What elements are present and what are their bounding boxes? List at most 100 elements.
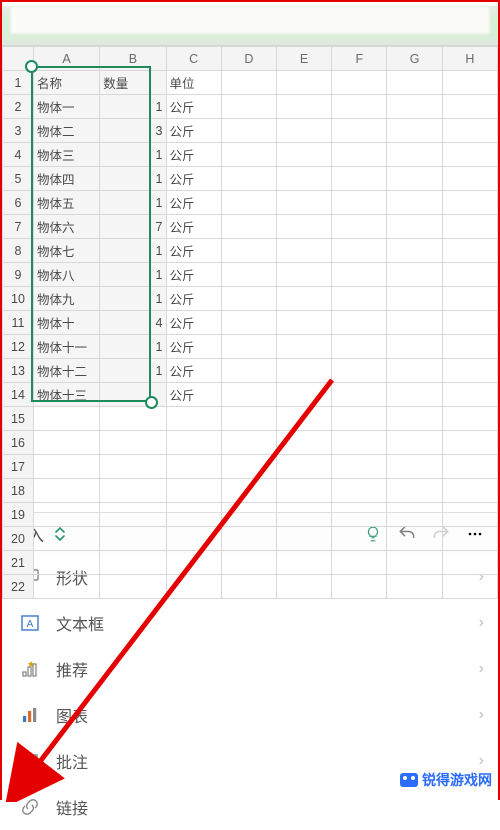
menu-item-recommend[interactable]: 推荐 › xyxy=(2,646,498,692)
cell[interactable] xyxy=(387,527,442,551)
cell[interactable] xyxy=(332,431,387,455)
cell[interactable]: 4 xyxy=(100,311,166,335)
row-header[interactable]: 6 xyxy=(3,191,34,215)
cell[interactable]: 公斤 xyxy=(166,335,221,359)
cell[interactable] xyxy=(332,95,387,119)
cell[interactable] xyxy=(221,287,276,311)
cell[interactable] xyxy=(387,359,442,383)
row-header[interactable]: 13 xyxy=(3,359,34,383)
cell[interactable]: 物体七 xyxy=(33,239,99,263)
column-header-row[interactable]: A B C D E F G H xyxy=(3,47,498,71)
col-header-g[interactable]: G xyxy=(387,47,442,71)
cell[interactable]: 1 xyxy=(100,167,166,191)
cell[interactable] xyxy=(387,191,442,215)
cell[interactable] xyxy=(442,503,497,527)
cell[interactable]: 公斤 xyxy=(166,191,221,215)
cell[interactable] xyxy=(100,383,166,407)
cell[interactable] xyxy=(332,383,387,407)
col-header-a[interactable]: A xyxy=(33,47,99,71)
cell[interactable] xyxy=(221,407,276,431)
row-header[interactable]: 9 xyxy=(3,263,34,287)
cell[interactable]: 公斤 xyxy=(166,95,221,119)
cell[interactable] xyxy=(221,551,276,575)
cell[interactable] xyxy=(166,503,221,527)
cell[interactable] xyxy=(332,239,387,263)
cell[interactable] xyxy=(387,215,442,239)
cell[interactable] xyxy=(221,455,276,479)
cell[interactable] xyxy=(387,335,442,359)
cell[interactable] xyxy=(221,527,276,551)
cell[interactable]: 物体六 xyxy=(33,215,99,239)
cell[interactable] xyxy=(387,551,442,575)
cell[interactable] xyxy=(166,455,221,479)
row-header[interactable]: 8 xyxy=(3,239,34,263)
cell[interactable] xyxy=(166,527,221,551)
cell[interactable] xyxy=(276,359,331,383)
row-header[interactable]: 12 xyxy=(3,335,34,359)
cell[interactable] xyxy=(221,359,276,383)
cell[interactable] xyxy=(33,479,99,503)
cell[interactable] xyxy=(332,479,387,503)
cell[interactable]: 公斤 xyxy=(166,311,221,335)
cell[interactable]: 物体一 xyxy=(33,95,99,119)
cell[interactable]: 单位 xyxy=(166,71,221,95)
cell[interactable] xyxy=(276,479,331,503)
cell[interactable] xyxy=(166,431,221,455)
cell[interactable] xyxy=(442,527,497,551)
row-header[interactable]: 4 xyxy=(3,143,34,167)
cell[interactable] xyxy=(221,95,276,119)
cell[interactable]: 物体十一 xyxy=(33,335,99,359)
cell[interactable] xyxy=(221,239,276,263)
cell[interactable] xyxy=(387,143,442,167)
select-all-corner[interactable] xyxy=(3,47,34,71)
cell[interactable] xyxy=(332,71,387,95)
cell[interactable] xyxy=(332,575,387,599)
cell[interactable] xyxy=(221,431,276,455)
cell[interactable]: 1 xyxy=(100,239,166,263)
cell[interactable] xyxy=(276,95,331,119)
cell[interactable] xyxy=(387,479,442,503)
cell[interactable] xyxy=(221,167,276,191)
cell[interactable] xyxy=(276,191,331,215)
cell[interactable] xyxy=(442,95,497,119)
cell[interactable] xyxy=(387,167,442,191)
cell[interactable] xyxy=(33,503,99,527)
cell[interactable] xyxy=(332,503,387,527)
cell[interactable]: 物体八 xyxy=(33,263,99,287)
cell[interactable] xyxy=(442,479,497,503)
cell[interactable] xyxy=(332,167,387,191)
cell[interactable]: 公斤 xyxy=(166,143,221,167)
row-header[interactable]: 2 xyxy=(3,95,34,119)
cell[interactable] xyxy=(221,311,276,335)
cell[interactable] xyxy=(33,407,99,431)
cell[interactable]: 名称 xyxy=(33,71,99,95)
cell[interactable] xyxy=(100,479,166,503)
cell[interactable] xyxy=(100,431,166,455)
cell[interactable]: 公斤 xyxy=(166,287,221,311)
cell[interactable] xyxy=(442,263,497,287)
col-header-h[interactable]: H xyxy=(442,47,497,71)
cell[interactable] xyxy=(332,407,387,431)
cell[interactable] xyxy=(276,143,331,167)
cell[interactable] xyxy=(100,407,166,431)
cell[interactable] xyxy=(332,191,387,215)
cell[interactable]: 1 xyxy=(100,263,166,287)
cell[interactable] xyxy=(387,119,442,143)
cell[interactable] xyxy=(332,359,387,383)
cell[interactable] xyxy=(100,551,166,575)
cell[interactable] xyxy=(221,191,276,215)
cell[interactable] xyxy=(33,575,99,599)
cell[interactable] xyxy=(33,455,99,479)
cell[interactable] xyxy=(442,431,497,455)
cell[interactable]: 物体二 xyxy=(33,119,99,143)
cell[interactable] xyxy=(387,383,442,407)
menu-item-link[interactable]: 链接 xyxy=(2,784,498,830)
row-header[interactable]: 3 xyxy=(3,119,34,143)
cell[interactable] xyxy=(33,551,99,575)
cell[interactable]: 公斤 xyxy=(166,119,221,143)
row-header[interactable]: 19 xyxy=(3,503,34,527)
row-header[interactable]: 14 xyxy=(3,383,34,407)
cell[interactable] xyxy=(221,335,276,359)
spreadsheet-area[interactable]: A B C D E F G H 1名称数量单位2物体一1公斤3物体二3公斤4物体… xyxy=(2,46,498,512)
cell[interactable] xyxy=(221,575,276,599)
